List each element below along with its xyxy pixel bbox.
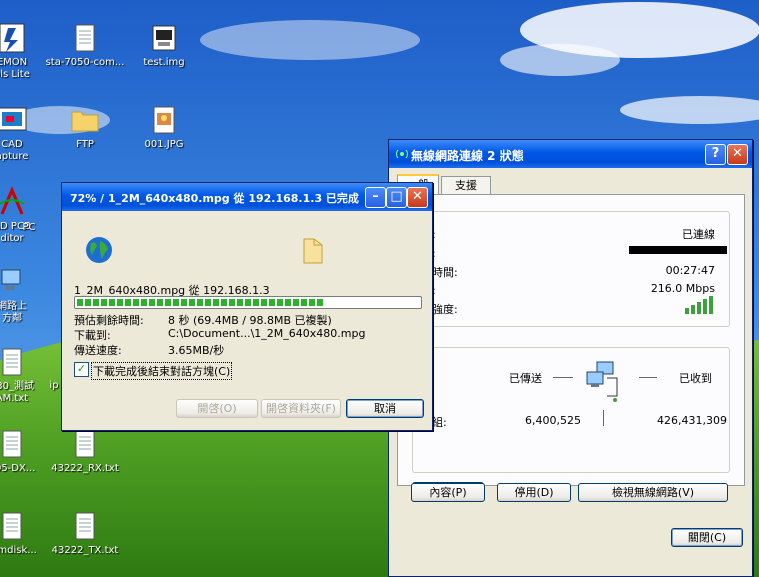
disk-image-icon [152,25,176,51]
minimize-icon[interactable]: – [365,187,386,208]
button-label: 檢視無線網路(V) [611,486,695,499]
icon-label: sta-7050-com... [45,57,125,68]
close-icon[interactable]: ✕ [407,187,428,208]
tab-label: 支援 [455,179,477,192]
text-file-icon [2,512,22,540]
desktop-icon[interactable]: 43222_TX.txt [45,510,125,557]
redacted-network-name [629,246,727,254]
text-file-icon [75,24,95,52]
icon-label: AM.txt [0,393,29,404]
desktop-icon[interactable]: 網路上 方鄰 [0,266,52,325]
folder-icon [303,238,323,264]
desktop-icon[interactable]: 43222_RX.txt [45,428,125,475]
destination-value: C:\Document...\1_2M_640x480.mpg [168,327,366,340]
pcb-app-icon [0,186,25,215]
text-file-icon [75,512,95,540]
desktop-icon[interactable]: sta-7050-com... [45,22,125,69]
destination-label: 下載到: [74,329,111,342]
sent-bytes: 6,400,525 [525,414,581,427]
speed-value: 3.65MB/秒 [168,344,225,357]
tab-panel: 線 態: 已連線 路: 線時間: 00:27:47 度: 216.0 Mbps … [397,194,745,501]
network-places-icon [1,269,26,296]
icon-label: 43222_RX.txt [51,463,119,474]
close-button[interactable]: 關閉(C) [671,528,743,547]
folder-icon [71,111,99,132]
globe-icon [86,237,112,263]
icon-label: ols Lite [0,69,30,80]
icon-label: test.img [143,57,185,68]
icon-label: 方鄰 [2,313,22,324]
wireless-icon [396,149,408,159]
maximize-icon[interactable]: □ [386,187,407,208]
title-bar[interactable]: 72% / 1_2M_640x480.mpg 從 192.168.1.3 已完成… [62,183,432,211]
button-label: 停用(D) [514,486,554,499]
speed-label: 傳送速度: [74,344,122,357]
icon-label: ditor [0,233,24,244]
button-label: 取消 [374,402,396,415]
icon-label: FTP [76,139,94,150]
title-bar[interactable]: 無線網路連線 2 狀態 ? ✕ [389,140,752,168]
text-file-icon [75,430,95,458]
speed-value: 216.0 Mbps [650,282,715,295]
close-icon[interactable]: ✕ [727,144,748,165]
icon-label: apture [0,151,29,162]
open-folder-button[interactable]: 開啓資料夾(F) [261,399,341,418]
button-label: 內容(P) [429,486,467,499]
icon-label: 43222_TX.txt [51,545,119,556]
text-file-icon [2,348,22,376]
cancel-button[interactable]: 取消 [346,399,424,418]
button-label: 開啓資料夾(F) [266,402,336,415]
eta-value: 8 秒 (69.4MB / 98.8MB 已複製) [168,314,332,327]
checkbox-label[interactable]: 下載完成後結束對話方塊(C) [91,362,233,380]
received-label: 已收到 [679,372,712,385]
received-bytes: 426,431,309 [657,414,727,427]
button-label: 關閉(C) [687,531,727,544]
image-file-icon [153,106,175,134]
help-button[interactable]: ? [705,144,726,165]
download-progress-window: 72% / 1_2M_640x480.mpg 從 192.168.1.3 已完成… [61,182,433,431]
duration-value: 00:27:47 [665,264,715,277]
desktop-icon[interactable]: 030_測試 AM.txt [0,346,52,405]
window-title: 無線網路連線 2 狀態 [411,149,524,163]
icon-label: 001.JPG [144,139,184,150]
desktop-icon[interactable]: PC [14,222,44,234]
window-title: 72% / 1_2M_640x480.mpg 從 192.168.1.3 已完成 [70,192,359,205]
divider [553,377,573,378]
desktop-icon[interactable]: test.img [124,22,204,69]
open-button[interactable]: 開啓(O) [176,399,258,418]
cad-app-icon [0,107,27,131]
disable-button[interactable]: 停用(D) [497,483,571,502]
icon-label: PC [22,222,36,233]
signal-strength-icon [685,296,713,314]
wireless-status-window: 無線網路連線 2 狀態 ? ✕ 一般 支援 線 態: 已連線 路: 線時間: 0… [388,139,753,577]
progress-bar [74,296,422,309]
status-value: 已連線 [682,228,715,241]
app-icon [0,23,25,53]
desktop-icon[interactable]: AD PCB ditor [0,186,52,245]
button-label: 開啓(O) [197,402,237,415]
text-file-icon [2,430,22,458]
sent-label: 已傳送 [509,372,542,385]
connection-group: 線 態: 已連線 路: 線時間: 00:27:47 度: 216.0 Mbps … [412,204,730,327]
desktop-icon[interactable]: FTP [45,104,125,151]
progress-fill [77,299,324,306]
properties-button-2[interactable]: 內容(P) [411,483,485,502]
close-on-complete-checkbox[interactable]: ✓ [74,362,89,377]
network-computers-icon [586,361,618,402]
icon-label: 網路上 [0,301,27,312]
view-wireless-networks-button[interactable]: 檢視無線網路(V) [578,483,728,502]
tab-support[interactable]: 支援 [441,176,491,194]
divider [603,410,604,426]
divider [639,377,657,378]
eta-label: 預估剩餘時間: [74,314,144,327]
activity-group: 動 已傳送 已收到 元組: 6,400,525 426,431,309 [412,340,730,473]
desktop-icon[interactable]: 001.JPG [124,104,204,151]
